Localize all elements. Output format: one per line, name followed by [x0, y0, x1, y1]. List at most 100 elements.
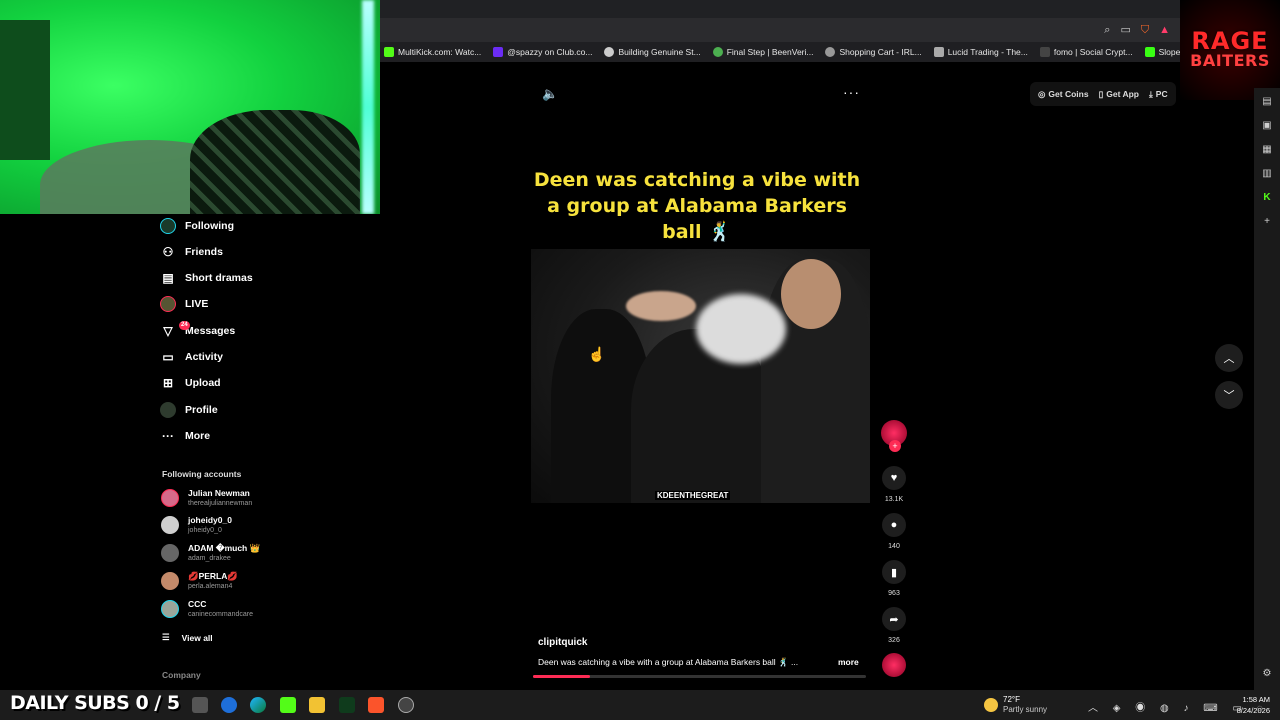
previous-video-button[interactable]: ︿: [1215, 344, 1243, 372]
like-count: 13.1K: [884, 496, 904, 503]
video-player[interactable]: KDEENTHEGREAT: [531, 249, 870, 503]
bookmarks-bar: MultiKick.com: Watc... @spazzy on Club.c…: [380, 42, 1180, 62]
bookmark-icon[interactable]: ▮: [882, 560, 906, 584]
account-item-joheidy[interactable]: joheidy0_0 joheidy0_0: [161, 515, 232, 535]
sidebar-item-more[interactable]: ··· More: [160, 425, 210, 447]
brave-icon[interactable]: [368, 697, 384, 713]
file-explorer-icon[interactable]: [309, 697, 325, 713]
doc-icon: [604, 47, 615, 57]
zoom-icon[interactable]: ⌕: [1104, 21, 1110, 39]
weather-widget[interactable]: 72°F Partly sunny: [984, 695, 1047, 715]
account-item-julian[interactable]: Julian Newman therealjuliannewman: [161, 488, 252, 508]
video-author[interactable]: clipitquick: [538, 637, 587, 648]
brave-shield-icon[interactable]: ⛉: [1141, 21, 1149, 39]
settings-icon[interactable]: ⚙: [1260, 668, 1274, 679]
add-panel-icon[interactable]: +: [1260, 216, 1274, 227]
more-link[interactable]: more: [838, 657, 859, 667]
task-view-icon[interactable]: [192, 697, 208, 713]
clock[interactable]: 1:58 AM 8/24/2026: [1224, 694, 1270, 716]
download-icon: ⤓: [1149, 88, 1153, 99]
kick-icon: [384, 47, 394, 57]
video-progress-fill: [533, 675, 590, 678]
sidebar-item-activity[interactable]: ▭ Activity: [160, 346, 223, 368]
globe-icon: [825, 47, 836, 57]
video-caption: Deen was catching a vibe with a group at…: [533, 169, 861, 243]
music-disc-avatar[interactable]: [882, 653, 906, 677]
bookmark-shopping-cart[interactable]: Shopping Cart - IRL...: [825, 47, 922, 57]
logo-text-bottom: BAITERS: [1190, 51, 1270, 70]
get-app-button[interactable]: ▯ Get App: [1099, 89, 1139, 100]
app-icon[interactable]: [221, 697, 237, 713]
more-icon: ···: [162, 429, 174, 443]
app-green-icon[interactable]: [339, 697, 355, 713]
logo-text-top: RAGE: [1191, 27, 1269, 55]
account-item-adam[interactable]: ADAM �much 👑 adam_drakee: [161, 543, 260, 563]
share-icon[interactable]: ➦: [882, 607, 906, 631]
messages-icon: ▽ 24: [163, 321, 190, 338]
panel-icon-1[interactable]: ▤: [1260, 96, 1274, 107]
avatar: [161, 516, 179, 534]
brave-rewards-icon[interactable]: ▲: [1159, 21, 1170, 39]
history-icon[interactable]: ▦: [1260, 144, 1274, 155]
club-icon: [493, 47, 504, 57]
kick-icon[interactable]: K: [1260, 192, 1274, 203]
kick-app-icon[interactable]: [280, 697, 296, 713]
avatar: [161, 572, 179, 590]
browser-side-panel: ▤ ▣ ▦ ▥ K + ⚙: [1254, 88, 1280, 690]
bookmark-slope-game[interactable]: Slope Game: [1144, 47, 1180, 57]
video-progress-bar[interactable]: [533, 675, 866, 678]
heart-icon[interactable]: ♥: [882, 466, 906, 490]
clock-time: 1:58 AM: [1242, 695, 1270, 704]
address-bar[interactable]: ⌕ ▭ ⛉ ▲: [380, 18, 1180, 42]
weather-desc: Partly sunny: [1003, 705, 1048, 714]
screen: ⌕ ▭ ⛉ ▲ MultiKick.com: Watc... @spazzy o…: [0, 0, 1280, 720]
sidebar-item-following[interactable]: Following: [160, 215, 234, 237]
sidebar-item-profile[interactable]: Profile: [160, 399, 218, 421]
sidebar-item-short-dramas[interactable]: ▤ Short dramas: [160, 267, 252, 289]
profile-avatar-icon: [160, 402, 176, 418]
address-bar-icons: ⌕ ▭ ⛉ ▲: [1104, 21, 1170, 39]
sidebar-item-upload[interactable]: ⊞ Upload: [160, 372, 221, 394]
sidebar: Following ⚇ Friends ▤ Short dramas LIVE …: [148, 214, 288, 690]
get-coins-button[interactable]: ◎ Get Coins: [1038, 89, 1089, 100]
bookmark-beenverified[interactable]: Final Step | BeenVeri...: [712, 47, 813, 57]
action-rail: + ♥ 13.1K ● 140 ▮ 963 ➦ 326: [880, 420, 908, 644]
sidebar-item-friends[interactable]: ⚇ Friends: [160, 241, 223, 263]
wallet-icon[interactable]: ▣: [1260, 120, 1274, 131]
webcam-overlay: [0, 0, 380, 214]
video-blur: [696, 294, 786, 364]
account-item-ccc[interactable]: CCC caninecommandcare: [161, 599, 253, 619]
following-accounts-title: Following accounts: [162, 469, 242, 479]
lucid-icon: [933, 47, 944, 57]
edge-icon[interactable]: [250, 697, 266, 713]
bookmark-building-genuine[interactable]: Building Genuine St...: [604, 47, 701, 57]
like-action[interactable]: ♥ 13.1K: [882, 466, 906, 504]
more-options-icon[interactable]: ···: [843, 84, 860, 100]
cast-icon[interactable]: ▭: [1120, 21, 1130, 39]
view-all-link[interactable]: ☰ View all: [162, 632, 213, 643]
next-video-button[interactable]: ﹀: [1215, 381, 1243, 409]
friends-icon: ⚇: [162, 245, 174, 259]
follow-plus-icon[interactable]: +: [889, 440, 901, 452]
comment-icon[interactable]: ●: [882, 513, 906, 537]
obs-icon[interactable]: [398, 697, 414, 713]
bookmark-fomo[interactable]: fomo | Social Crypt...: [1039, 47, 1133, 57]
bookmark-club[interactable]: @spazzy on Club.co...: [493, 47, 592, 57]
video-watermark: KDEENTHEGREAT: [655, 491, 731, 500]
weather-temp: 72°F: [1003, 695, 1020, 704]
reading-list-icon[interactable]: ▥: [1260, 168, 1274, 179]
volume-icon[interactable]: 🔈: [542, 86, 558, 102]
sidebar-item-live[interactable]: LIVE: [160, 293, 208, 315]
bookmark-lucid-trading[interactable]: Lucid Trading - The...: [933, 47, 1028, 57]
share-action[interactable]: ➦ 326: [882, 607, 906, 645]
pc-button[interactable]: ⤓ PC: [1149, 89, 1168, 100]
comment-action[interactable]: ● 140: [882, 513, 906, 551]
save-action[interactable]: ▮ 963: [882, 560, 906, 598]
sidebar-item-messages[interactable]: ▽ 24 Messages: [160, 320, 235, 342]
bookmark-multikick[interactable]: MultiKick.com: Watc...: [384, 47, 481, 57]
creator-avatar[interactable]: +: [881, 420, 907, 452]
company-link[interactable]: Company: [162, 670, 201, 680]
avatar: [161, 544, 179, 562]
webcam-blanket: [190, 110, 360, 214]
account-item-perla[interactable]: 💋PERLA💋 perla.aleman4: [161, 571, 238, 591]
